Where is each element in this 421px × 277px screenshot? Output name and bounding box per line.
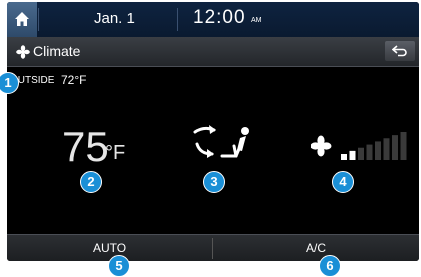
- page-title: Climate: [33, 43, 81, 59]
- fan-level-bar: [392, 135, 398, 160]
- callout-marker: 3: [203, 171, 225, 193]
- fan-level-bar: [366, 144, 373, 160]
- fan-speed-indicator[interactable]: [311, 128, 413, 162]
- fan-icon: [16, 45, 30, 59]
- fan-icon: [311, 135, 332, 157]
- climate-screen: Jan. 1 12:00 AM Climate OUTSIDE 72°F 75 …: [7, 2, 419, 261]
- temperature-value[interactable]: 75: [62, 126, 109, 168]
- date-display: Jan. 1: [94, 10, 135, 27]
- time-display: 12:00: [193, 7, 246, 28]
- temperature-unit: °F: [105, 142, 126, 164]
- fan-level-bar: [375, 141, 381, 160]
- fan-level-bar: [341, 154, 347, 160]
- callout-marker: 2: [80, 171, 102, 193]
- bottom-bar: AUTO A/C: [7, 234, 419, 261]
- ampm-display: AM: [251, 17, 262, 24]
- fan-level-bar: [349, 150, 356, 160]
- status-divider: [38, 8, 39, 31]
- fan-level-bar: [400, 132, 407, 160]
- ac-button[interactable]: A/C: [213, 235, 419, 261]
- home-button[interactable]: [7, 2, 37, 37]
- fan-level-bar: [358, 147, 364, 160]
- status-bar: Jan. 1 12:00 AM: [7, 2, 419, 37]
- back-button[interactable]: [385, 41, 415, 61]
- fan-level-bars: [341, 132, 407, 160]
- airflow-mode-icon[interactable]: [192, 120, 252, 164]
- title-bar: Climate: [7, 37, 419, 67]
- callout-marker: 5: [108, 255, 130, 277]
- fan-level-bar: [383, 138, 390, 160]
- callout-marker: 6: [319, 255, 341, 277]
- auto-button[interactable]: AUTO: [7, 235, 212, 261]
- home-icon: [15, 12, 29, 26]
- callout-marker: 4: [332, 171, 354, 193]
- outside-temperature: 72°F: [61, 73, 87, 87]
- status-divider: [177, 8, 178, 31]
- back-arrow-icon: [392, 45, 407, 57]
